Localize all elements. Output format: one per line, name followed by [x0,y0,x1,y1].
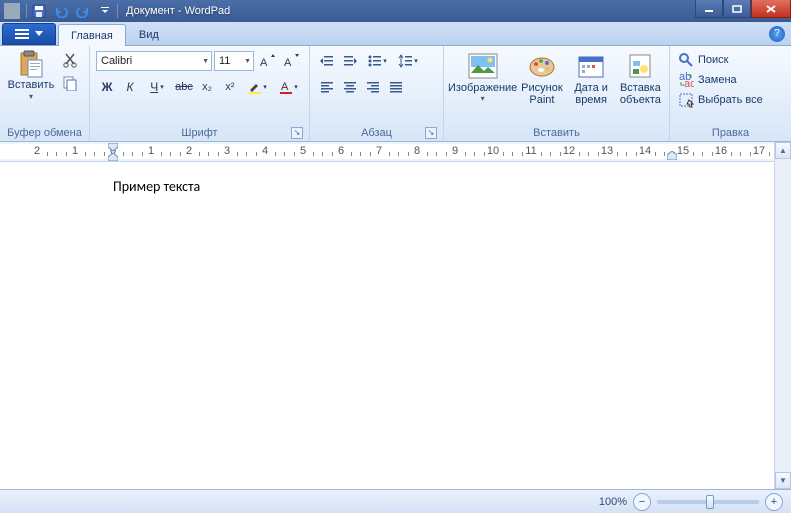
status-bar: 100% − + [0,489,791,513]
cut-button[interactable] [60,50,80,70]
subscript-button[interactable]: x₂ [196,76,218,98]
paste-button[interactable]: Вставить ▾ [4,48,58,101]
highlight-button[interactable]: ▾ [242,76,272,98]
zoom-level: 100% [599,496,627,508]
select-all-icon [678,92,694,108]
window-title: Документ - WordPad [126,5,230,17]
undo-button[interactable] [51,2,71,20]
decrease-indent-button[interactable] [316,50,338,72]
bold-button[interactable]: Ж [96,76,118,98]
align-left-button[interactable] [316,76,338,98]
image-icon [467,50,499,82]
replace-icon: abac [678,72,694,88]
align-right-button[interactable] [362,76,384,98]
group-editing: Поиск abac Замена Выбрать все Правка [670,46,791,141]
zoom-out-button[interactable]: − [633,493,651,511]
replace-button[interactable]: abac Замена [674,70,741,90]
qat-customize-button[interactable] [95,2,115,20]
ribbon-tabstrip: Главная Вид ? [0,22,791,46]
tab-home[interactable]: Главная [58,24,126,46]
indent-marker[interactable] [108,143,118,162]
vertical-scrollbar[interactable]: ▲ ▼ [774,142,791,489]
app-icon [4,3,20,19]
select-all-button[interactable]: Выбрать все [674,90,767,110]
increase-indent-button[interactable] [339,50,361,72]
redo-button[interactable] [73,2,93,20]
justify-button[interactable] [385,76,407,98]
group-insert: Изображение▾ Рисунок Paint Дата и время … [444,46,670,141]
group-clipboard: Вставить ▾ Буфер обмена [0,46,90,141]
group-paragraph: ▾ ▾ Абзац↘ [310,46,444,141]
find-button[interactable]: Поиск [674,50,732,70]
title-bar: Документ - WordPad [0,0,791,22]
font-color-button[interactable]: A▾ [273,76,303,98]
save-button[interactable] [29,2,49,20]
document-area[interactable]: Пример текста [0,163,791,489]
font-size-select[interactable]: 11▼ [214,51,254,71]
object-icon [624,50,656,82]
svg-text:A: A [260,57,268,69]
zoom-in-button[interactable]: + [765,493,783,511]
insert-paint-button[interactable]: Рисунок Paint [517,48,566,106]
underline-button[interactable]: Ч▾ [142,76,172,98]
paste-icon [17,50,45,78]
svg-text:ac: ac [684,78,694,88]
close-button[interactable] [751,0,791,18]
svg-text:A: A [284,57,292,69]
grow-font-button[interactable]: A [256,50,278,72]
svg-text:A: A [281,81,289,93]
right-indent-marker[interactable] [667,151,677,162]
maximize-button[interactable] [723,0,751,18]
insert-object-button[interactable]: Вставка объекта [616,48,665,106]
insert-image-button[interactable]: Изображение▾ [448,48,517,103]
scroll-down-button[interactable]: ▼ [775,472,791,489]
file-menu-button[interactable] [2,23,56,45]
find-icon [678,52,694,68]
font-dialog-launcher[interactable]: ↘ [291,127,303,139]
shrink-font-button[interactable]: A [280,50,302,72]
insert-datetime-button[interactable]: Дата и время [567,48,616,106]
font-family-select[interactable]: Calibri▼ [96,51,212,71]
scroll-up-button[interactable]: ▲ [775,142,791,159]
strikethrough-button[interactable]: abc [173,76,195,98]
ruler[interactable]: 2101234567891011121314151617 [0,142,791,162]
ribbon: Вставить ▾ Буфер обмена Calibri▼ 11▼ A A… [0,46,791,142]
minimize-button[interactable] [695,0,723,18]
align-center-button[interactable] [339,76,361,98]
copy-button[interactable] [60,73,80,93]
paragraph-dialog-launcher[interactable]: ↘ [425,127,437,139]
bullets-button[interactable]: ▾ [362,50,392,72]
document-text: Пример текста [113,178,200,195]
tab-view[interactable]: Вид [126,23,172,45]
line-spacing-button[interactable]: ▾ [393,50,423,72]
superscript-button[interactable]: x² [219,76,241,98]
italic-button[interactable]: К [119,76,141,98]
paint-icon [526,50,558,82]
quick-access-toolbar [29,2,115,20]
calendar-icon [575,50,607,82]
group-font: Calibri▼ 11▼ A A Ж К Ч▾ abc x₂ x² ▾ A▾ Ш… [90,46,310,141]
zoom-slider[interactable] [657,500,759,504]
help-button[interactable]: ? [769,26,785,42]
